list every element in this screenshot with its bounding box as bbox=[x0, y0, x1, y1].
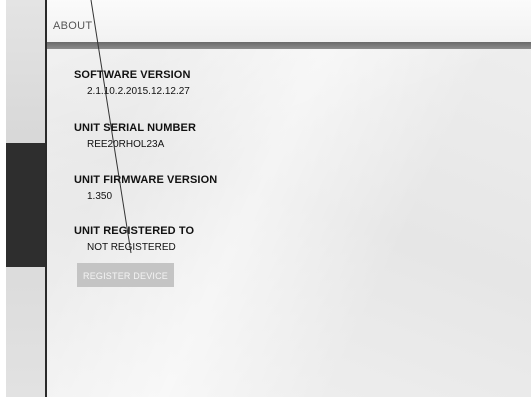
software-version-section: SOFTWARE VERSION 2.1.10.2.2015.12.12.27 bbox=[74, 69, 191, 97]
register-device-button[interactable]: REGISTER DEVICE bbox=[77, 263, 174, 287]
software-version-value: 2.1.10.2.2015.12.12.27 bbox=[87, 86, 190, 97]
header-divider-bar bbox=[47, 42, 531, 49]
firmware-version-value: 1.350 bbox=[87, 191, 113, 202]
main-content: ABOUT SOFTWARE VERSION 2.1.10.2.2015.12.… bbox=[47, 0, 531, 397]
firmware-version-section: UNIT FIRMWARE VERSION 1.350 bbox=[74, 174, 217, 202]
header: ABOUT bbox=[47, 0, 531, 42]
sidebar bbox=[6, 0, 45, 397]
sidebar-tab-active[interactable] bbox=[6, 143, 45, 267]
page-title: ABOUT bbox=[53, 20, 93, 32]
software-version-label: SOFTWARE VERSION bbox=[74, 69, 191, 81]
registered-to-section: UNIT REGISTERED TO NOT REGISTERED bbox=[74, 225, 194, 253]
serial-number-label: UNIT SERIAL NUMBER bbox=[74, 122, 196, 134]
registered-to-label: UNIT REGISTERED TO bbox=[74, 225, 195, 237]
registered-to-value: NOT REGISTERED bbox=[87, 242, 176, 253]
about-screen: ABOUT SOFTWARE VERSION 2.1.10.2.2015.12.… bbox=[6, 0, 531, 397]
firmware-version-label: UNIT FIRMWARE VERSION bbox=[74, 174, 218, 186]
serial-number-value: REE20RHOL23A bbox=[87, 139, 165, 150]
serial-number-section: UNIT SERIAL NUMBER REE20RHOL23A bbox=[74, 122, 196, 150]
